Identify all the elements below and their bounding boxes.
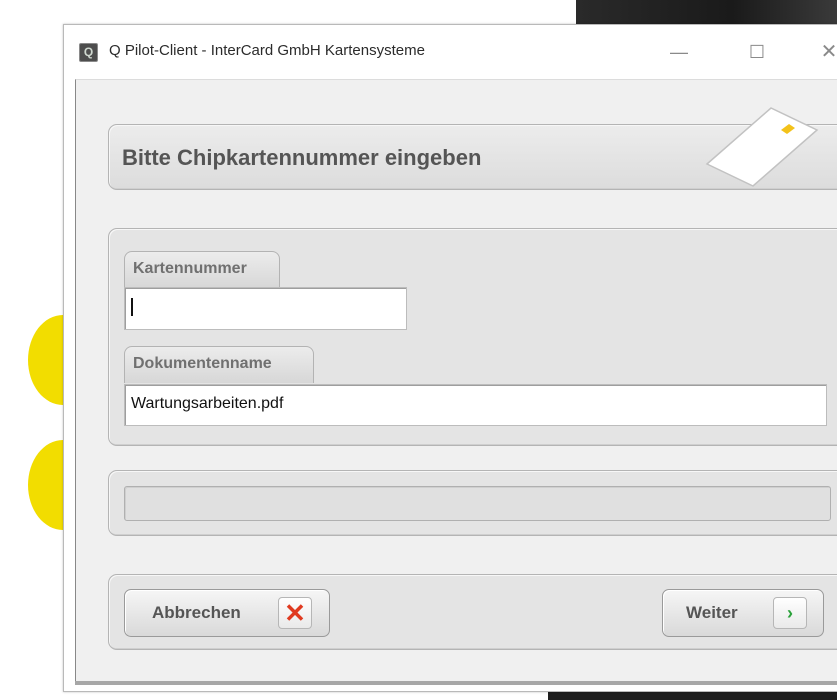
cancel-button-label: Abbrechen — [152, 603, 241, 622]
background-dark-strip — [576, 0, 837, 24]
document-name-label: Dokumentenname — [124, 346, 314, 383]
title-bar[interactable]: Q Q Pilot-Client - InterCard GmbH Karten… — [64, 25, 837, 77]
cancel-button[interactable]: Abbrechen ✕ — [124, 589, 330, 637]
card-number-input[interactable] — [124, 287, 407, 330]
button-panel: Abbrechen ✕ Weiter › — [108, 574, 837, 650]
window-title: Q Pilot-Client - InterCard GmbH Kartensy… — [109, 42, 425, 59]
dialog-client-area: Bitte Chipkartennummer eingeben Kartennu… — [75, 79, 837, 682]
document-name-value: Wartungsarbeiten.pdf — [131, 395, 284, 412]
progress-bar — [124, 486, 831, 521]
chevron-right-icon: › — [773, 597, 807, 629]
document-name-input[interactable]: Wartungsarbeiten.pdf — [124, 384, 827, 426]
app-icon: Q — [79, 43, 98, 62]
app-window: Q Q Pilot-Client - InterCard GmbH Karten… — [63, 24, 837, 692]
close-button[interactable]: ✕ — [806, 35, 837, 69]
minimize-button[interactable]: — — [656, 35, 702, 69]
x-icon: ✕ — [278, 597, 312, 629]
input-panel: Kartennummer Dokumentenname Wartungsarbe… — [108, 228, 837, 446]
chip-card-icon — [705, 107, 819, 187]
text-caret — [131, 297, 133, 316]
page-title: Bitte Chipkartennummer eingeben — [122, 145, 482, 170]
window-bottom-border — [75, 681, 837, 685]
progress-panel — [108, 470, 837, 536]
next-button[interactable]: Weiter › — [662, 589, 824, 637]
card-number-label: Kartennummer — [124, 251, 280, 288]
maximize-button[interactable]: ☐ — [734, 35, 780, 69]
next-button-label: Weiter — [686, 603, 738, 622]
